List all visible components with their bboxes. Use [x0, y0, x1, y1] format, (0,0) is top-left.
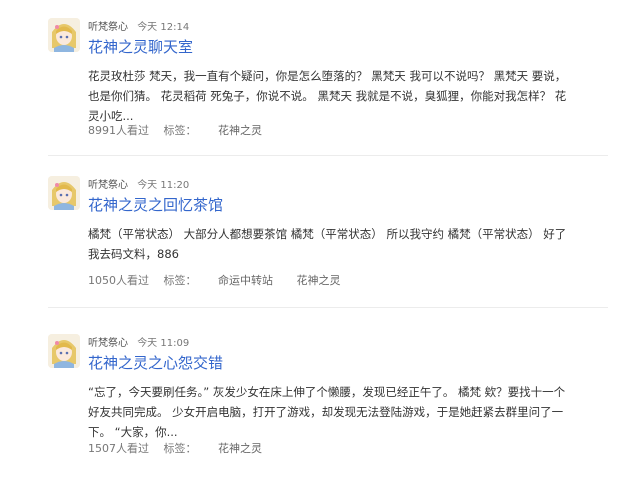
view-count: 1050人看过	[88, 274, 149, 287]
tag-label: 标签：	[163, 274, 197, 287]
post-excerpt: 花灵玫杜莎 梵天，我一直有个疑问，你是怎么堕落的？ 黑梵天 我可以不说吗？ 黑梵…	[88, 69, 567, 123]
post-stats: 8991人看过 标签： 花神之灵	[88, 122, 282, 138]
tag-link[interactable]: 花神之灵	[218, 440, 262, 456]
post-excerpt: 橘梵（平常状态） 大部分人都想要茶馆 橘梵（平常状态） 所以我守约 橘梵（平常状…	[88, 227, 567, 261]
view-count: 1507人看过	[88, 442, 149, 455]
divider	[48, 307, 608, 308]
post-title[interactable]: 花神之灵之回忆茶馆	[88, 194, 223, 215]
tag-link[interactable]: 花神之灵	[297, 272, 341, 288]
tag-label: 标签：	[163, 124, 197, 137]
post-excerpt: “忘了，今天要刷任务。” 灰发少女在床上伸了个懒腰，发现已经正午了。 橘梵 欸？…	[88, 385, 566, 439]
post-meta: 听梵祭心 今天 12:14	[88, 18, 189, 33]
author-name[interactable]: 听梵祭心	[88, 22, 128, 33]
author-name[interactable]: 听梵祭心	[88, 338, 128, 349]
tag-label: 标签：	[163, 442, 197, 455]
post-title[interactable]: 花神之灵之心怨交错	[88, 352, 223, 373]
post-meta: 听梵祭心 今天 11:20	[88, 176, 189, 191]
post-meta: 听梵祭心 今天 11:09	[88, 334, 189, 349]
avatar[interactable]	[48, 18, 80, 52]
tag-link[interactable]: 命运中转站	[218, 272, 273, 288]
avatar[interactable]	[48, 176, 80, 210]
author-name[interactable]: 听梵祭心	[88, 180, 128, 191]
view-count: 8991人看过	[88, 124, 149, 137]
post-title[interactable]: 花神之灵聊天室	[88, 36, 193, 57]
post-stats: 1050人看过 标签： 命运中转站 花神之灵	[88, 272, 361, 288]
post-stats: 1507人看过 标签： 花神之灵	[88, 440, 282, 456]
avatar[interactable]	[48, 334, 80, 368]
post-time: 今天 11:20	[137, 180, 190, 191]
divider	[48, 155, 608, 156]
post-time: 今天 12:14	[137, 22, 190, 33]
post-time: 今天 11:09	[137, 338, 190, 349]
tag-link[interactable]: 花神之灵	[218, 122, 262, 138]
